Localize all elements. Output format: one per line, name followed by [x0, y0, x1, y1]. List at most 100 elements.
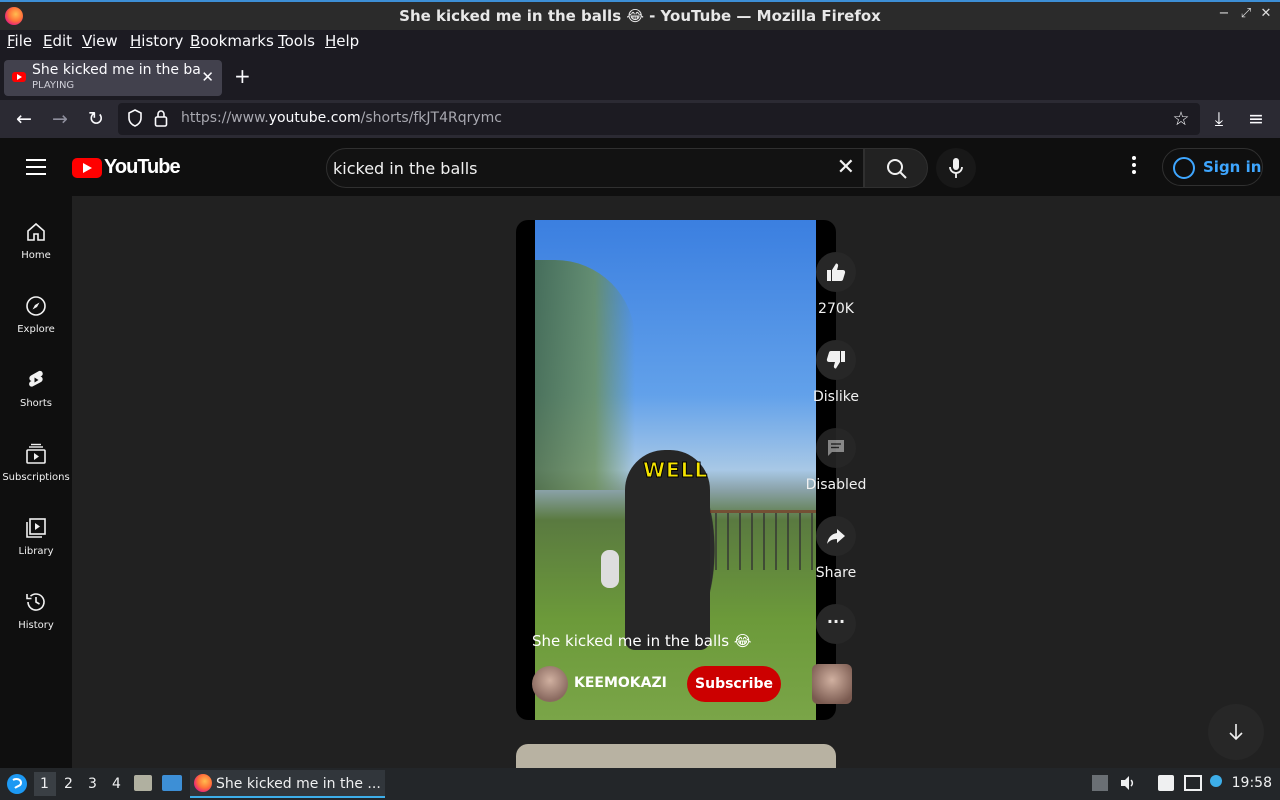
close-tab-icon[interactable]: ✕ — [201, 68, 214, 86]
menu-bar: File Edit View History Bookmarks Tools H… — [0, 30, 1280, 54]
shorts-icon — [29, 370, 43, 387]
menu-view[interactable]: View — [82, 32, 118, 50]
sidebar-item-history[interactable]: History — [0, 570, 72, 644]
comments-label: Disabled — [805, 477, 867, 493]
voice-search-button[interactable] — [936, 148, 976, 188]
like-button[interactable] — [816, 252, 856, 292]
workspace-1[interactable]: 1 — [40, 776, 49, 792]
sidebar-item-label: Home — [21, 250, 51, 261]
menu-file[interactable]: File — [7, 32, 32, 50]
tab-title: She kicked me in the balls — [32, 62, 200, 78]
clipboard-icon[interactable] — [1158, 775, 1174, 791]
notification-icon[interactable] — [1210, 775, 1222, 787]
sidebar-item-label: Subscriptions — [2, 472, 70, 483]
volume-icon[interactable] — [1120, 775, 1136, 791]
compass-icon — [26, 296, 46, 316]
arrow-down-icon — [1229, 724, 1243, 741]
sound-thumbnail[interactable] — [812, 664, 852, 704]
comments-button[interactable] — [816, 428, 856, 468]
video-caption-overlay: WELL — [642, 458, 709, 483]
minimize-button[interactable]: − — [1214, 6, 1234, 21]
account-icon — [1173, 157, 1195, 179]
more-actions-button[interactable]: ··· — [816, 604, 856, 644]
browser-tab[interactable]: She kicked me in the balls PLAYING ✕ — [4, 60, 222, 96]
app-menu-icon[interactable]: ≡ — [1243, 106, 1269, 132]
network-icon[interactable] — [1184, 775, 1202, 791]
more-dots-icon: ··· — [826, 612, 846, 631]
sign-in-button[interactable]: Sign in — [1162, 148, 1263, 186]
channel-name[interactable]: KEEMOKAZI — [574, 675, 667, 691]
subscribe-button[interactable]: Subscribe — [687, 666, 781, 702]
sidebar-item-shorts[interactable]: Shorts — [0, 348, 72, 422]
home-icon — [27, 222, 45, 241]
dislike-label: Dislike — [813, 389, 859, 405]
library-icon — [26, 518, 46, 538]
sidebar-item-subscriptions[interactable]: Subscriptions — [0, 422, 72, 496]
dislike-button[interactable] — [816, 340, 856, 380]
sidebar: Home Explore Shorts Subscriptions Librar… — [0, 196, 72, 768]
window-title: She kicked me in the balls 😂 - YouTube —… — [399, 7, 881, 25]
menu-history[interactable]: History — [130, 32, 183, 50]
back-button[interactable]: ← — [11, 106, 37, 132]
search-icon — [887, 159, 907, 179]
clock[interactable]: 19:58 — [1232, 775, 1272, 791]
app-launcher-icon[interactable] — [6, 773, 28, 795]
url-text[interactable]: https://www.youtube.com/shorts/fkJT4Rqry… — [181, 110, 502, 126]
restore-button[interactable]: ⤢ — [1236, 6, 1256, 21]
youtube-logo-text[interactable]: YouTube — [104, 156, 181, 179]
sidebar-item-label: Library — [18, 546, 54, 557]
lock-icon[interactable] — [154, 109, 168, 127]
downloads-icon[interactable]: ⤓ — [1206, 106, 1232, 132]
forward-button[interactable]: → — [47, 106, 73, 132]
next-video-button[interactable] — [1208, 704, 1264, 760]
sidebar-item-home[interactable]: Home — [0, 200, 72, 274]
propane-tank-image — [601, 550, 619, 588]
task-title: She kicked me in the ... — [216, 776, 381, 792]
sidebar-item-label: History — [18, 620, 54, 631]
short-title: She kicked me in the balls 😂 — [532, 632, 752, 650]
url-bar[interactable]: https://www.youtube.com/shorts/fkJT4Rqry… — [118, 103, 1200, 135]
menu-tools[interactable]: Tools — [278, 32, 315, 50]
firefox-icon — [194, 774, 212, 792]
tab-playing-status: PLAYING — [32, 80, 75, 91]
workspace-2[interactable]: 2 — [64, 776, 73, 792]
workspace-3[interactable]: 3 — [88, 776, 97, 792]
close-window-button[interactable]: ✕ — [1256, 6, 1276, 21]
tab-strip: She kicked me in the balls PLAYING ✕ + — [0, 54, 1280, 100]
balcony-railing-image — [705, 510, 816, 570]
like-count: 270K — [818, 301, 854, 317]
clear-search-icon[interactable]: ✕ — [837, 155, 855, 180]
file-manager-icon[interactable] — [134, 775, 152, 791]
thumbs-up-icon — [827, 263, 846, 281]
comment-icon — [828, 440, 844, 456]
navigation-bar: ← → ↻ https://www.youtube.com/shorts/fkJ… — [0, 100, 1280, 138]
sidebar-item-label: Shorts — [19, 398, 53, 409]
taskbar-firefox-task[interactable]: She kicked me in the ... — [190, 770, 385, 798]
bookmark-star-icon[interactable]: ☆ — [1168, 106, 1194, 132]
history-icon — [26, 593, 45, 611]
sidebar-item-library[interactable]: Library — [0, 496, 72, 570]
tray-arrow-icon[interactable] — [1092, 775, 1108, 791]
search-input[interactable]: kicked in the balls ✕ — [326, 148, 864, 188]
shield-icon[interactable] — [127, 109, 143, 127]
menu-bookmarks[interactable]: Bookmarks — [190, 32, 274, 50]
share-icon — [827, 529, 845, 544]
settings-kebab-icon[interactable] — [1124, 156, 1144, 178]
sidebar-item-explore[interactable]: Explore — [0, 274, 72, 348]
search-query[interactable]: kicked in the balls — [333, 159, 478, 178]
sidebar-item-label: Explore — [17, 324, 55, 335]
thumbs-down-icon — [826, 351, 845, 369]
menu-edit[interactable]: Edit — [43, 32, 72, 50]
search-button[interactable] — [864, 148, 928, 188]
channel-avatar[interactable] — [532, 666, 568, 702]
youtube-logo-icon[interactable] — [72, 158, 102, 178]
desktop-icon[interactable] — [162, 775, 182, 791]
guide-menu-icon[interactable] — [26, 159, 46, 175]
share-label: Share — [815, 565, 857, 581]
menu-help[interactable]: Help — [325, 32, 359, 50]
reload-button[interactable]: ↻ — [83, 106, 109, 132]
new-tab-button[interactable]: + — [234, 64, 251, 88]
workspace-4[interactable]: 4 — [112, 776, 121, 792]
system-taskbar: 1 2 3 4 She kicked me in the ... 19:58 — [0, 768, 1280, 800]
share-button[interactable] — [816, 516, 856, 556]
